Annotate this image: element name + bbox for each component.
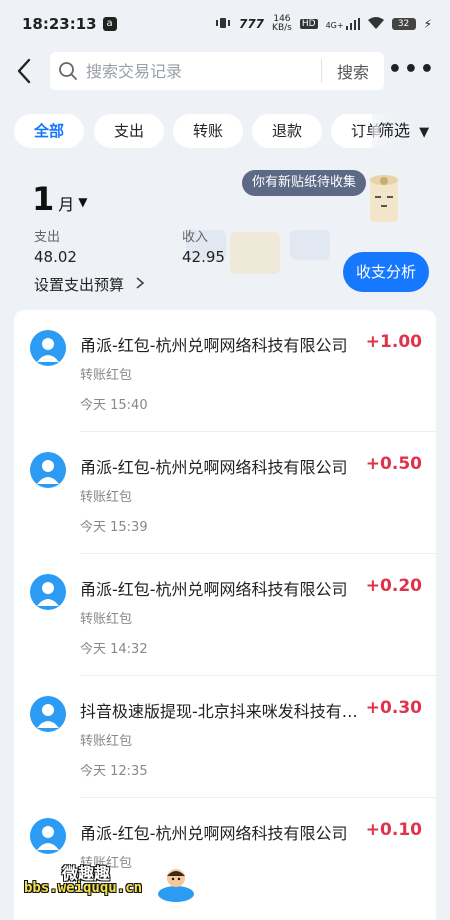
chevron-down-icon: ▼ <box>78 195 88 209</box>
vibrate-icon <box>215 17 231 32</box>
sticker-paper-icon[interactable] <box>356 172 412 228</box>
battery-icon: 32 <box>391 18 416 30</box>
top-bar: 搜索 ••• <box>0 52 450 90</box>
transaction-amount: +1.00 <box>365 332 422 352</box>
transaction-row[interactable]: 抖音极速版提现-北京抖来咪发科技有限公司 +0.30 转账红包 今天 12:35 <box>14 676 436 798</box>
month-number: 1 <box>32 180 55 218</box>
filter-chip-expense[interactable]: 支出 <box>94 114 164 148</box>
transaction-amount: +0.30 <box>365 698 422 718</box>
avatar-icon <box>30 818 66 854</box>
transaction-time: 今天 15:40 <box>80 398 148 413</box>
month-unit: 月 <box>58 195 75 214</box>
avatar-icon <box>30 696 66 732</box>
transaction-title: 甬派-红包-杭州兑啊网络科技有限公司 <box>80 824 348 843</box>
status-time: 18:23:13 <box>22 15 97 33</box>
status-bar: 18:23:13 a 777 146 KB/s HD 4G+ 32 ⚡ <box>0 0 450 48</box>
nfc-icon: 777 <box>238 17 265 31</box>
filter-bar: 全部 支出 转账 退款 订单 筛选 ▼ <box>0 114 450 148</box>
more-menu-icon[interactable]: ••• <box>388 59 436 81</box>
search-button[interactable]: 搜索 <box>322 59 384 83</box>
signal-icon: 4G+ <box>326 18 360 30</box>
status-icons: 777 146 KB/s HD 4G+ 32 ⚡ <box>215 15 432 33</box>
transaction-row[interactable]: 甬派-红包-杭州兑啊网络科技有限公司 +1.00 转账红包 今天 15:40 <box>14 310 436 432</box>
watermark: 微趣趣 bbs.weiququ.cn <box>24 860 204 910</box>
net-speed: 146 KB/s <box>272 15 292 33</box>
transaction-amount: +0.50 <box>365 454 422 474</box>
back-button[interactable] <box>12 54 40 88</box>
back-arrow-icon <box>17 58 31 84</box>
transaction-type: 转账红包 <box>80 734 133 749</box>
decor-shape <box>290 230 330 260</box>
search-bar: 搜索 <box>50 52 384 90</box>
transaction-time: 今天 12:35 <box>80 764 148 779</box>
signal-label: 4G+ <box>325 21 344 30</box>
chevron-down-icon: ▼ <box>419 125 430 140</box>
month-selector[interactable]: 1 月 ▼ <box>32 180 88 218</box>
month-summary: 1 月 ▼ 你有新贴纸待收集 支出 48.02 收入 42.95 设置支出预算 收支… <box>0 170 450 300</box>
budget-link[interactable]: 设置支出预算 <box>34 274 145 295</box>
avatar-icon <box>30 574 66 610</box>
transaction-title: 甬派-红包-杭州兑啊网络科技有限公司 <box>80 458 348 477</box>
avatar-icon <box>30 330 66 366</box>
mascot-icon <box>158 869 194 902</box>
transaction-title: 甬派-红包-杭州兑啊网络科技有限公司 <box>80 336 348 355</box>
net-speed-unit: KB/s <box>272 23 292 33</box>
transaction-amount: +0.20 <box>365 576 422 596</box>
transaction-time: 今天 14:32 <box>80 642 148 657</box>
expense-label: 支出 <box>34 230 61 245</box>
expense-value: 48.02 <box>34 248 77 266</box>
filter-chip-refund[interactable]: 退款 <box>252 114 322 148</box>
decor-shape <box>230 232 280 274</box>
sticker-bubble[interactable]: 你有新贴纸待收集 <box>242 170 367 196</box>
filter-label: 筛选 <box>378 121 411 140</box>
app-notification-icon: a <box>102 17 117 31</box>
filter-chip-all[interactable]: 全部 <box>14 114 84 148</box>
transaction-type: 转账红包 <box>80 368 133 383</box>
budget-label: 设置支出预算 <box>34 276 125 294</box>
avatar-icon <box>30 452 66 488</box>
charging-icon: ⚡ <box>423 17 432 31</box>
chevron-right-icon <box>135 276 145 294</box>
wifi-icon <box>367 16 384 32</box>
search-input[interactable] <box>86 61 316 81</box>
transaction-title: 抖音极速版提现-北京抖来咪发科技有限公司 <box>80 702 362 721</box>
filter-dropdown-button[interactable]: 筛选 ▼ <box>372 114 450 148</box>
income-expense-analysis-button[interactable]: 收支分析 <box>343 252 429 292</box>
transaction-row[interactable]: 甬派-红包-杭州兑啊网络科技有限公司 +0.20 转账红包 今天 14:32 <box>14 554 436 676</box>
transaction-list: 甬派-红包-杭州兑啊网络科技有限公司 +1.00 转账红包 今天 15:40 甬… <box>14 310 436 920</box>
income-value: 42.95 <box>182 248 225 266</box>
transaction-type: 转账红包 <box>80 612 133 627</box>
search-icon <box>50 52 86 90</box>
income-label: 收入 <box>182 230 209 245</box>
transaction-row[interactable]: 甬派-红包-杭州兑啊网络科技有限公司 +0.50 转账红包 今天 15:39 <box>14 432 436 554</box>
filter-chip-transfer[interactable]: 转账 <box>173 114 243 148</box>
transaction-amount: +0.10 <box>365 820 422 840</box>
transaction-type: 转账红包 <box>80 490 133 505</box>
watermark-url: bbs.weiququ.cn <box>24 880 143 896</box>
transaction-title: 甬派-红包-杭州兑啊网络科技有限公司 <box>80 580 348 599</box>
hd-icon: HD <box>299 19 318 29</box>
transaction-time: 今天 15:39 <box>80 520 148 535</box>
